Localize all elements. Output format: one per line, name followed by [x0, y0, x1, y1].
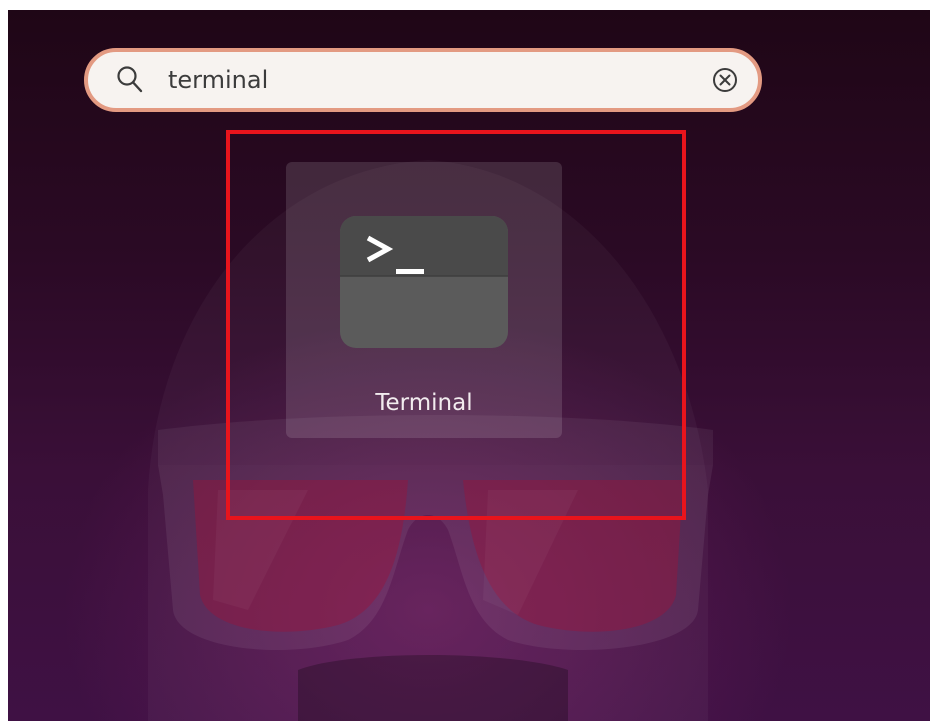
search-input[interactable]: [168, 62, 688, 98]
desktop-background: Terminal: [8, 10, 930, 721]
terminal-icon: [340, 216, 508, 348]
search-bar[interactable]: [84, 48, 762, 112]
app-result-terminal[interactable]: Terminal: [286, 162, 562, 438]
clear-search-icon[interactable]: [711, 66, 739, 94]
search-icon: [117, 66, 143, 93]
app-result-label: Terminal: [375, 390, 473, 416]
